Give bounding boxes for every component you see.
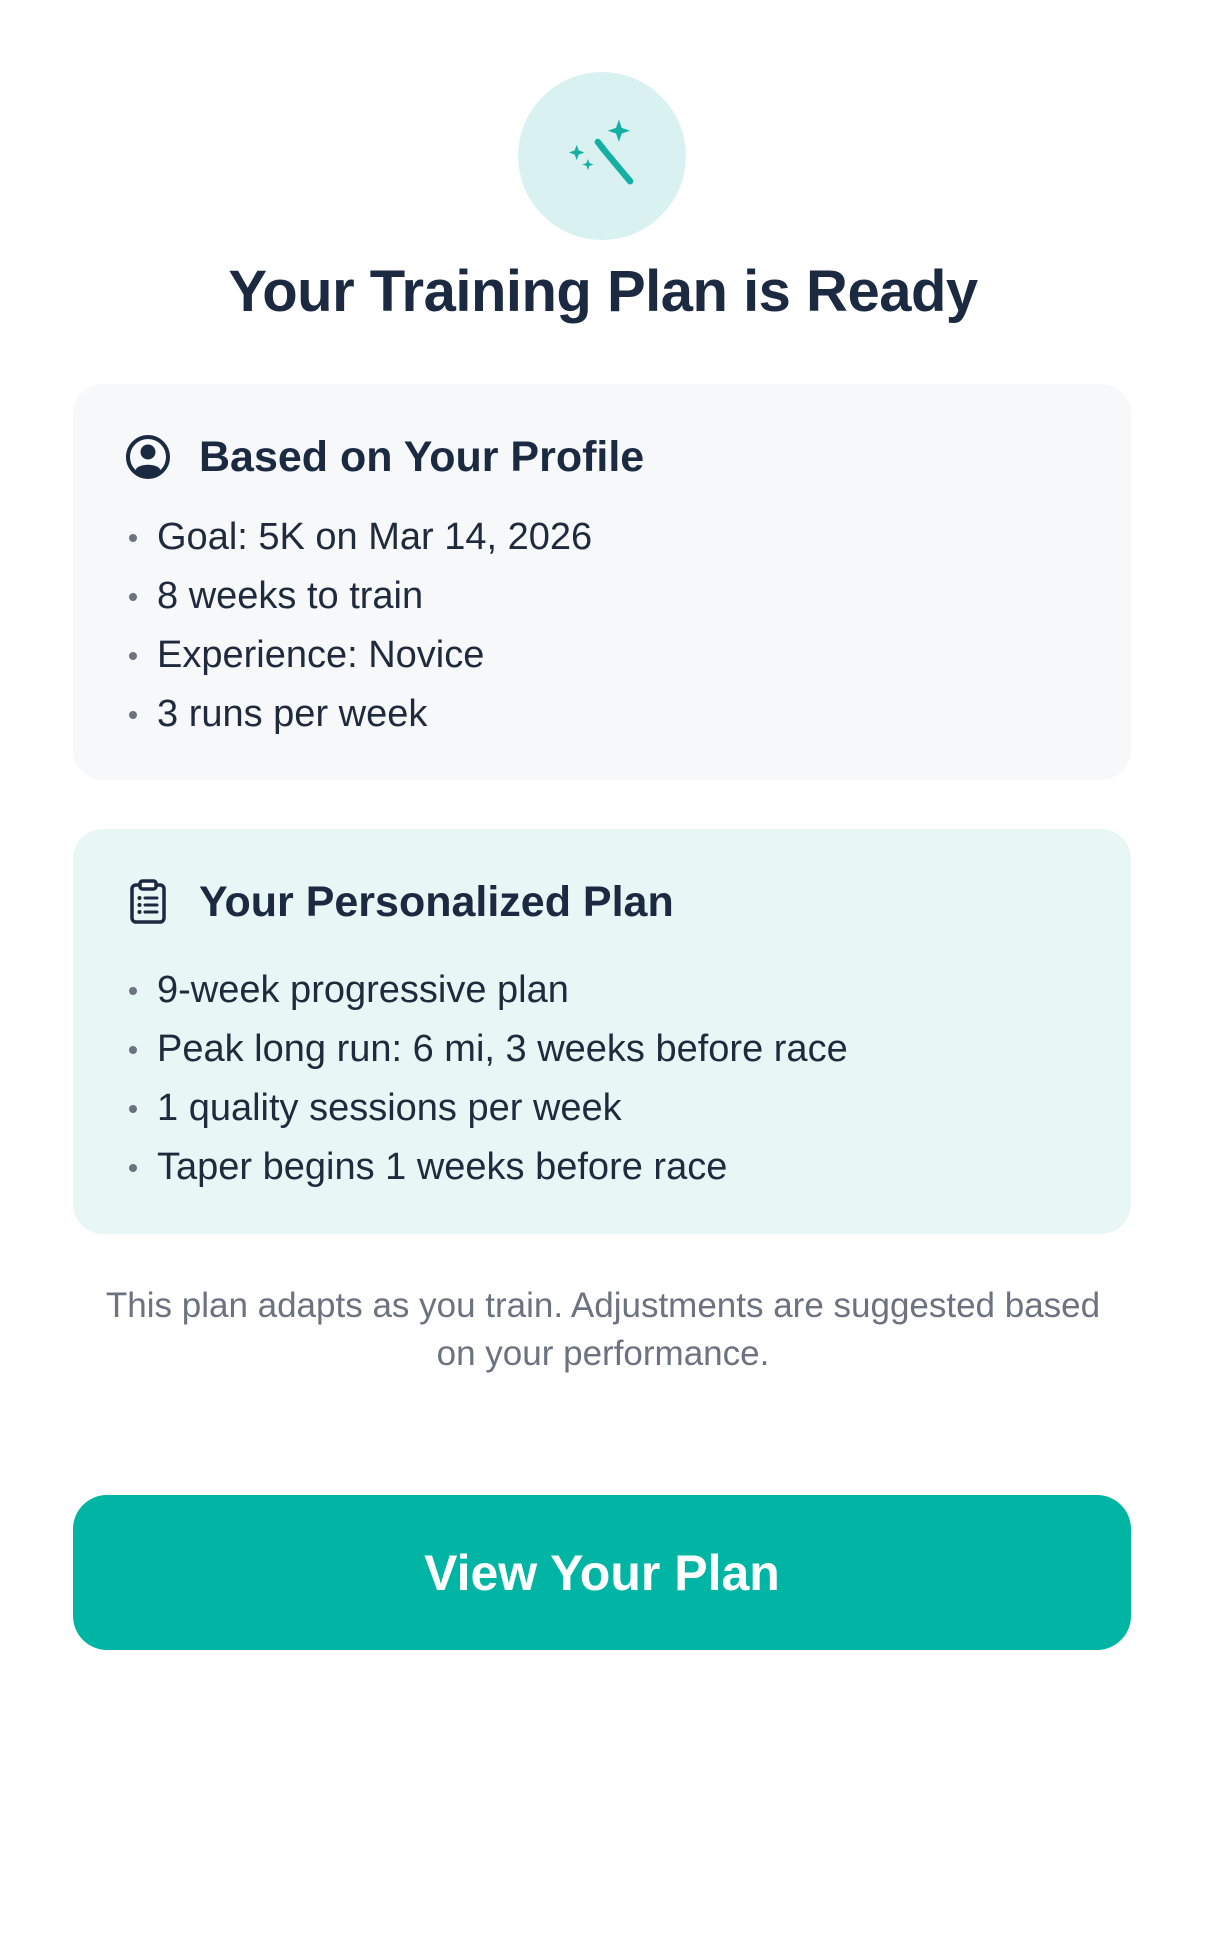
plan-list: 9-week progressive plan Peak long run: 6…: [123, 961, 848, 1197]
bullet-dot: [129, 1104, 137, 1113]
list-item: Taper begins 1 weeks before race: [123, 1138, 848, 1197]
bullet-dot: [129, 710, 137, 719]
bullet-dot: [129, 592, 137, 601]
plan-card-header: Your Personalized Plan: [123, 877, 674, 927]
list-item: 3 runs per week: [123, 685, 592, 744]
view-plan-button[interactable]: View Your Plan: [73, 1495, 1131, 1650]
magic-wand-sparkles-icon: [518, 72, 686, 240]
list-item-text: 1 quality sessions per week: [157, 1087, 622, 1129]
list-item-text: Experience: Novice: [157, 634, 485, 676]
list-item-text: Taper begins 1 weeks before race: [157, 1146, 728, 1188]
bullet-dot: [129, 986, 137, 995]
bullet-dot: [129, 651, 137, 660]
plan-card-title: Your Personalized Plan: [199, 877, 674, 926]
bullet-dot: [129, 533, 137, 542]
list-item-text: Goal: 5K on Mar 14, 2026: [157, 516, 593, 558]
list-item-text: Peak long run: 6 mi, 3 weeks before race: [157, 1028, 848, 1070]
user-circle-icon: [123, 432, 173, 482]
clipboard-list-icon: [123, 877, 173, 927]
profile-card-title: Based on Your Profile: [199, 432, 645, 481]
list-item: 8 weeks to train: [123, 567, 592, 626]
list-item-text: 9-week progressive plan: [157, 969, 569, 1011]
profile-card: Based on Your Profile Goal: 5K on Mar 14…: [73, 384, 1131, 780]
list-item: 1 quality sessions per week: [123, 1079, 848, 1138]
plan-card: Your Personalized Plan 9-week progressiv…: [73, 829, 1131, 1234]
list-item-text: 8 weeks to train: [157, 575, 424, 617]
list-item: Peak long run: 6 mi, 3 weeks before race: [123, 1020, 848, 1079]
profile-card-header: Based on Your Profile: [123, 432, 644, 482]
list-item: 9-week progressive plan: [123, 961, 848, 1020]
list-item: Goal: 5K on Mar 14, 2026: [123, 508, 592, 567]
list-item-text: 3 runs per week: [157, 693, 428, 735]
bullet-dot: [129, 1045, 137, 1054]
adaptive-plan-note: This plan adapts as you train. Adjustmen…: [105, 1286, 1101, 1373]
bullet-dot: [129, 1163, 137, 1172]
page-title: Your Training Plan is Ready: [228, 259, 978, 324]
list-item: Experience: Novice: [123, 626, 592, 685]
profile-list: Goal: 5K on Mar 14, 2026 8 weeks to trai…: [123, 508, 592, 744]
